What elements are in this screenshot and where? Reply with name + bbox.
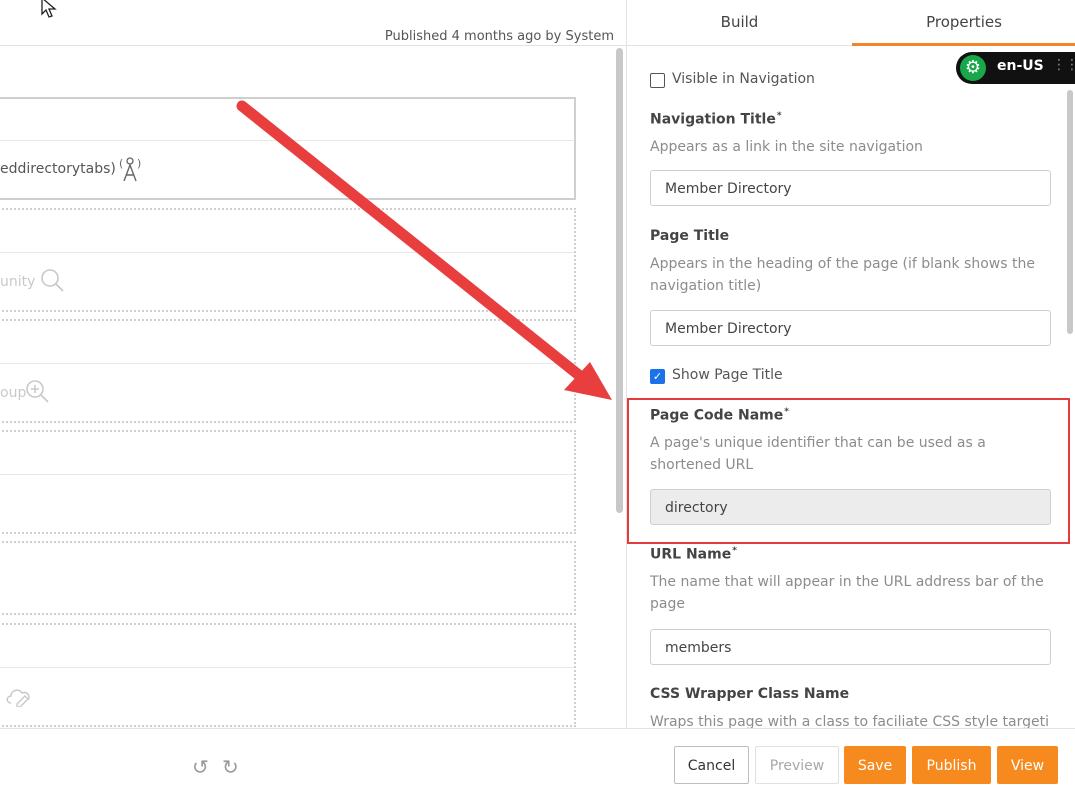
canvas-divider [0,45,626,46]
save-button[interactable]: Save [844,746,906,784]
cancel-button[interactable]: Cancel [674,746,749,784]
css-wrapper-help: Wraps this page with a class to faciliat… [650,714,1050,728]
cloud-edit-icon [6,689,30,707]
publish-button[interactable]: Publish [912,746,991,784]
navigation-title-input[interactable]: Member Directory [650,170,1051,206]
preview-button[interactable]: Preview [755,746,839,784]
widget-divider [0,474,574,475]
widget-name-text: unity [0,274,36,290]
active-tab-indicator [852,43,1075,46]
tab-build[interactable]: Build [627,0,852,45]
show-page-title-checkbox[interactable]: ✓ [650,369,665,384]
svg-text:): ) [137,157,141,170]
content-widget[interactable] [0,430,576,534]
page-title-help: Appears in the heading of the page (if b… [650,256,1035,294]
canvas-scrollbar[interactable] [616,48,623,513]
tab-properties[interactable]: Properties [852,0,1075,45]
svg-text:(: ( [119,157,123,170]
drag-handle-icon[interactable]: ⋮⋮ [1052,57,1075,73]
widget-divider [0,252,574,253]
navigation-title-label-text: Navigation Title [650,111,776,128]
search-icon [41,269,64,292]
directory-tabs-widget[interactable]: eddirectorytabs) ( ) [0,97,576,200]
page-canvas: Published 4 months ago by System eddirec… [0,0,626,728]
widget-divider [0,140,574,141]
panel-tabs: Build Properties [627,0,1075,46]
canvas-bottom-bar [0,728,626,802]
view-button[interactable]: View [997,746,1058,784]
panel-scrollbar[interactable] [1067,90,1073,334]
search-widget[interactable]: unity [0,208,576,312]
published-status: Published 4 months ago by System [384,29,614,44]
page-title-label: Page Title [650,228,730,244]
css-wrapper-label: CSS Wrapper Class Name [650,686,850,702]
required-mark: * [732,546,737,556]
visible-in-navigation-label: Visible in Navigation [672,71,815,87]
page-title-input[interactable]: Member Directory [650,310,1051,346]
widget-divider [0,667,574,668]
widget-divider [0,363,574,364]
url-name-label-text: URL Name [650,546,732,563]
navigation-title-help: Appears as a link in the site navigation [650,139,923,155]
content-widget[interactable] [0,541,576,615]
redo-icon[interactable]: ↻ [222,755,239,779]
group-search-widget[interactable]: oup [0,319,576,423]
widget-name-text: eddirectorytabs) [0,161,116,177]
broadcast-a-icon: ( ) [119,157,141,182]
content-widget[interactable] [0,623,576,727]
visible-in-navigation-checkbox[interactable] [650,73,665,88]
url-name-help: The name that will appear in the URL add… [650,574,1044,612]
navigation-title-label: Navigation Title* [650,111,782,128]
undo-icon[interactable]: ↺ [192,755,209,779]
url-name-label: URL Name* [650,546,737,563]
widget-name-text: oup [0,385,27,401]
gear-icon[interactable]: ⚙ [960,55,986,81]
zoom-in-icon [26,380,49,403]
highlight-annotation-box [627,398,1070,544]
language-label: en-US [997,58,1044,74]
language-selector[interactable]: ⚙ en-US ⋮⋮ [956,52,1075,84]
mouse-cursor-icon [41,0,57,18]
required-mark: * [776,111,782,121]
url-name-input[interactable]: members [650,629,1051,665]
show-page-title-label: Show Page Title [672,367,783,383]
